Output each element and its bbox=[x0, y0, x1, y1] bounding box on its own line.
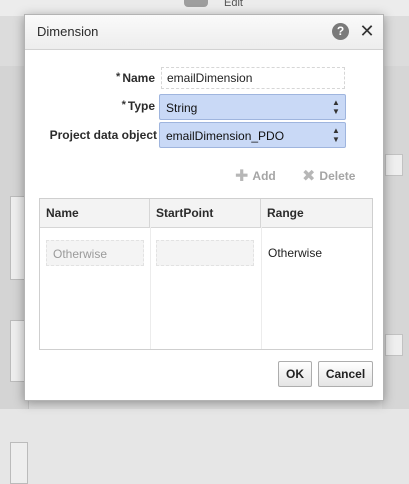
cancel-button[interactable]: Cancel bbox=[318, 361, 373, 387]
background-thumbnail bbox=[10, 442, 28, 484]
delete-x-icon: ✖ bbox=[302, 168, 316, 185]
type-label: * Type bbox=[105, 99, 155, 113]
dialog-header: Dimension ? ✕ bbox=[25, 15, 383, 50]
row-range-value: Otherwise bbox=[268, 246, 323, 260]
type-select-value: String bbox=[166, 101, 198, 115]
delete-button[interactable]: ✖ Delete bbox=[302, 167, 355, 185]
pdo-label: Project data object bbox=[49, 128, 157, 142]
type-label-text: Type bbox=[127, 99, 155, 113]
background-panel-box bbox=[385, 334, 403, 356]
name-label: * Name bbox=[105, 71, 155, 85]
select-arrows-icon: ▲ ▼ bbox=[332, 126, 340, 144]
dimension-dialog: Dimension ? ✕ * Name emailDimension * Type… bbox=[24, 14, 384, 401]
column-divider bbox=[150, 227, 151, 349]
background-right-panel bbox=[382, 66, 409, 409]
table-header: Name StartPoint Range bbox=[40, 199, 372, 228]
background-panel-box bbox=[385, 154, 403, 176]
select-arrows-icon: ▲ ▼ bbox=[332, 98, 340, 116]
name-field[interactable]: emailDimension bbox=[161, 67, 345, 89]
column-header-name: Name bbox=[40, 199, 150, 227]
column-header-startpoint: StartPoint bbox=[150, 199, 261, 227]
help-icon[interactable]: ? bbox=[332, 23, 349, 40]
delete-button-label: Delete bbox=[319, 169, 356, 183]
required-marker: * bbox=[121, 99, 126, 111]
edit-icon bbox=[184, 0, 208, 7]
edit-label: Edit bbox=[224, 0, 243, 9]
required-marker: * bbox=[116, 71, 121, 83]
close-icon[interactable]: ✕ bbox=[358, 21, 376, 41]
plus-icon: ✚ bbox=[235, 168, 249, 185]
pdo-select[interactable]: emailDimension_PDO ▲ ▼ bbox=[159, 122, 346, 148]
pdo-select-value: emailDimension_PDO bbox=[166, 129, 285, 143]
name-label-text: Name bbox=[122, 71, 155, 85]
dialog-title: Dimension bbox=[37, 24, 99, 39]
column-header-range: Range bbox=[267, 206, 304, 220]
add-button-label: Add bbox=[252, 169, 276, 183]
row-name-field[interactable]: Otherwise bbox=[46, 240, 144, 266]
type-select[interactable]: String ▲ ▼ bbox=[159, 94, 346, 120]
column-divider bbox=[261, 227, 262, 349]
ok-button[interactable]: OK bbox=[278, 361, 312, 387]
add-button[interactable]: ✚ Add bbox=[235, 167, 276, 185]
row-startpoint-field[interactable] bbox=[156, 240, 254, 266]
ranges-table: Name StartPoint Range Otherwise Otherwis… bbox=[39, 198, 373, 350]
